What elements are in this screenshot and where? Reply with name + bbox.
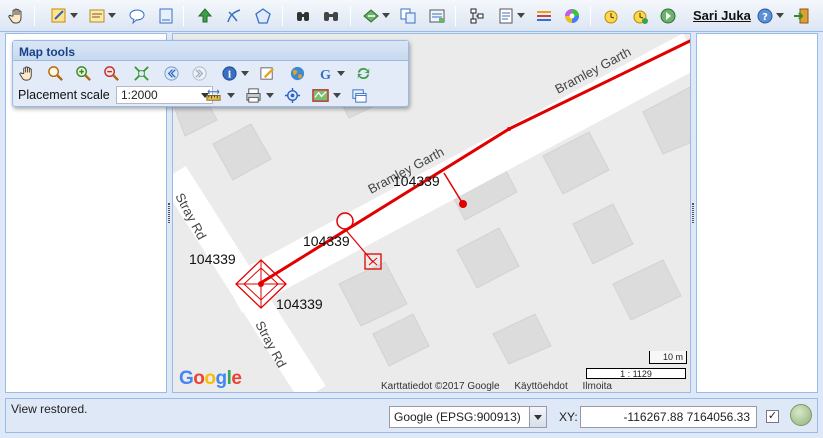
map-tools-window: Map tools i G Placement scale 1:2000 — [12, 40, 409, 107]
zoom-extent-icon[interactable] — [131, 63, 151, 83]
move-icon[interactable] — [194, 5, 216, 27]
line-vertex — [507, 127, 511, 131]
building — [492, 313, 552, 365]
zoom-out-icon[interactable] — [101, 63, 121, 83]
alarm-icon[interactable] — [600, 5, 622, 27]
document-icon[interactable] — [155, 5, 177, 27]
xy-checkbox[interactable]: ✓ — [766, 410, 779, 423]
layers-icon[interactable] — [533, 5, 555, 27]
user-name-link[interactable]: Sari Juka — [693, 8, 751, 23]
window-icon[interactable] — [349, 85, 369, 105]
map-tools-title[interactable]: Map tools — [13, 41, 408, 61]
map-tools-row-2: Placement scale 1:2000 — [13, 83, 408, 105]
svg-text:G: G — [319, 67, 330, 82]
zoom-icon[interactable] — [45, 63, 65, 83]
map-attribution: Karttatiedot ©2017 Google Käyttöehdot Il… — [381, 381, 690, 392]
locate-icon[interactable] — [282, 85, 302, 105]
logout-icon[interactable] — [790, 5, 812, 27]
next-view-icon[interactable] — [189, 63, 209, 83]
endpoint-marker[interactable] — [459, 200, 467, 208]
go-to-coordinate-button[interactable] — [790, 404, 812, 426]
route-icon[interactable] — [360, 5, 382, 27]
info-icon[interactable]: i — [219, 63, 239, 83]
feature-label: 104339 — [276, 296, 323, 312]
forward-icon[interactable] — [657, 5, 679, 27]
google-layer-icon[interactable]: G — [315, 63, 335, 83]
find-icon[interactable] — [320, 5, 342, 27]
pan-hand-icon[interactable] — [17, 63, 37, 83]
projection-select[interactable]: Google (EPSG:900913) — [389, 406, 547, 428]
form-icon[interactable] — [86, 5, 108, 27]
color-wheel-icon[interactable] — [561, 5, 583, 27]
zoom-in-icon[interactable] — [73, 63, 93, 83]
measure-icon[interactable] — [203, 85, 223, 105]
right-panel — [696, 33, 818, 393]
status-message: View restored. — [11, 402, 88, 416]
map-layer-icon[interactable] — [310, 85, 330, 105]
main-toolbar: Sari Juka ? — [0, 0, 823, 32]
scale-ratio: 1 : 1129 — [586, 368, 686, 379]
help-icon[interactable]: ? — [754, 5, 776, 27]
building — [642, 86, 690, 155]
hand-icon[interactable] — [6, 5, 28, 27]
search-icon[interactable] — [292, 5, 314, 27]
list-icon[interactable] — [495, 5, 517, 27]
edit-note-icon[interactable] — [257, 63, 277, 83]
building — [456, 227, 520, 289]
building — [212, 123, 272, 181]
svg-text:?: ? — [762, 12, 768, 23]
copy-icon[interactable] — [397, 5, 419, 27]
print-icon[interactable] — [243, 85, 263, 105]
edit-layer-icon[interactable] — [48, 5, 70, 27]
xy-coordinate-field[interactable]: -116267.88 7164056.33 — [580, 406, 757, 428]
report-icon[interactable] — [426, 5, 448, 27]
svg-text:i: i — [227, 69, 231, 80]
map-tools-row-1: i G — [13, 61, 408, 83]
projection-value: Google (EPSG:900913) — [394, 410, 521, 424]
feature-label: 104339 — [303, 233, 350, 249]
polygon-icon[interactable] — [252, 5, 274, 27]
alarm-add-icon[interactable] — [629, 5, 651, 27]
building — [338, 261, 408, 327]
google-logo: Google — [179, 368, 242, 389]
feature-label: 104339 — [189, 251, 236, 267]
placement-scale-value: 1:2000 — [121, 88, 158, 102]
refresh-icon[interactable] — [353, 63, 373, 83]
scale-bar: 10 m — [649, 351, 687, 364]
xy-label: XY: — [559, 410, 578, 424]
network-icon[interactable] — [466, 5, 488, 27]
status-bar: View restored. Google (EPSG:900913) XY: … — [5, 398, 818, 433]
split-line-icon[interactable] — [223, 5, 245, 27]
comment-icon[interactable] — [126, 5, 148, 27]
attribution-text: Karttatiedot ©2017 Google — [381, 381, 500, 392]
globe-icon[interactable] — [287, 63, 307, 83]
placement-scale-select[interactable]: 1:2000 — [116, 86, 213, 104]
building — [612, 259, 682, 321]
terms-link[interactable]: Käyttöehdot — [514, 381, 567, 392]
device-box-symbol — [368, 257, 378, 266]
building — [572, 203, 634, 265]
feature-label: 104339 — [393, 173, 440, 189]
building — [372, 313, 430, 367]
placement-scale-label: Placement scale — [18, 88, 110, 102]
previous-view-icon[interactable] — [161, 63, 181, 83]
chevron-down-icon[interactable] — [529, 407, 546, 427]
